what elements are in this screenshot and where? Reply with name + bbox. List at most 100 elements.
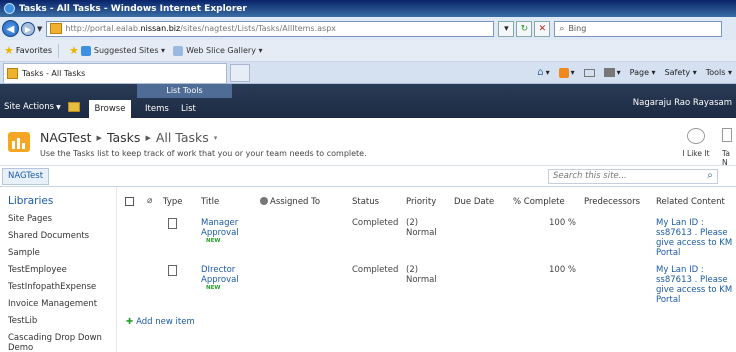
search-icon: ⌕ bbox=[559, 23, 565, 34]
breadcrumb-separator-icon: ▶ bbox=[96, 133, 102, 142]
ie-logo-icon bbox=[4, 3, 15, 14]
col-predecessors[interactable]: Predecessors bbox=[584, 197, 640, 207]
task-priority: (2) Normal bbox=[406, 218, 437, 238]
col-assigned-to[interactable]: Assigned To bbox=[260, 197, 320, 207]
thumbs-up-icon bbox=[687, 128, 705, 144]
tab-tasks[interactable]: Tasks - All Tasks bbox=[3, 62, 227, 83]
address-dropdown-icon[interactable]: ▾ bbox=[498, 20, 515, 37]
task-percent-complete: 100 % bbox=[549, 265, 577, 275]
new-tab-button[interactable] bbox=[230, 63, 250, 82]
site-actions-menu[interactable]: Site Actions ▼ bbox=[4, 102, 61, 112]
task-title-link[interactable]: DIrector Approval bbox=[201, 265, 239, 285]
col-percent-complete[interactable]: % Complete bbox=[513, 197, 565, 207]
tab-list[interactable]: List bbox=[181, 104, 196, 114]
related-content-link[interactable]: My Lan ID : ss87613 . Please give access… bbox=[656, 265, 732, 305]
ql-item-shared-documents[interactable]: Shared Documents bbox=[8, 231, 116, 241]
related-line: ss87613 . Please bbox=[656, 275, 728, 285]
toplink-nagtest[interactable]: NAGTest bbox=[2, 168, 50, 185]
select-all-checkbox[interactable] bbox=[125, 197, 134, 206]
i-like-it-label: I Like It bbox=[682, 149, 710, 158]
command-bar: ⌂ ▾ ▾ ▾ Page ▾ Safety ▾ Tools ▾ bbox=[537, 67, 736, 78]
mail-button[interactable] bbox=[583, 68, 595, 77]
quick-launch: Libraries Site Pages Shared Documents Sa… bbox=[0, 187, 117, 352]
i-like-it-button[interactable]: I Like It bbox=[680, 128, 712, 158]
top-link-bar: NAGTest Search this site... ⌕ bbox=[0, 166, 736, 187]
favorites-bar: ★ Favorites ★ Suggested Sites ▾ Web Slic… bbox=[0, 40, 736, 62]
favorites-button[interactable]: Favorites bbox=[16, 46, 52, 55]
back-button[interactable]: ◀ bbox=[2, 20, 19, 37]
task-title-line2: Approval bbox=[201, 275, 239, 285]
tab-browse[interactable]: Browse bbox=[89, 100, 131, 118]
person-icon bbox=[260, 197, 268, 205]
col-due-date[interactable]: Due Date bbox=[454, 197, 494, 207]
ql-item-site-pages[interactable]: Site Pages bbox=[8, 214, 116, 224]
col-title[interactable]: Title bbox=[201, 197, 219, 207]
page-menu[interactable]: Page ▾ bbox=[630, 68, 656, 77]
sharepoint-tab-icon bbox=[7, 67, 18, 79]
forward-button[interactable]: ▶ bbox=[21, 21, 35, 36]
breadcrumb-site[interactable]: NAGTest bbox=[40, 130, 92, 145]
suggested-sites-link[interactable]: Suggested Sites ▾ bbox=[80, 45, 165, 56]
ql-heading-libraries[interactable]: Libraries bbox=[8, 195, 53, 207]
title-area: NAGTest ▶ Tasks ▶ All Tasks ▾ Use the Ta… bbox=[0, 118, 736, 167]
add-new-item-label: Add new item bbox=[136, 317, 195, 327]
search-go-icon[interactable]: ⌕ bbox=[702, 169, 718, 184]
tab-label: Tasks - All Tasks bbox=[22, 68, 86, 78]
breadcrumb-list[interactable]: Tasks bbox=[107, 130, 141, 145]
home-button[interactable]: ⌂ ▾ bbox=[537, 67, 549, 78]
list-tools-group: List Tools bbox=[137, 84, 232, 98]
ql-item-testinfopathexpense[interactable]: TestInfopathExpense bbox=[8, 282, 116, 292]
col-related-content[interactable]: Related Content bbox=[656, 197, 725, 207]
breadcrumb-view[interactable]: All Tasks bbox=[156, 130, 209, 145]
address-bar[interactable]: http://portal. ealab. nissan.biz/sites/nag… bbox=[46, 20, 495, 37]
ql-item-sample[interactable]: Sample bbox=[8, 248, 116, 258]
related-line: My Lan ID : bbox=[656, 265, 704, 275]
col-status[interactable]: Status bbox=[352, 197, 379, 207]
ql-item-cascading-drop-down[interactable]: Cascading Drop Down bbox=[8, 333, 116, 343]
tab-items[interactable]: Items bbox=[145, 104, 169, 114]
navigate-up-icon[interactable] bbox=[68, 102, 80, 112]
list-description: Use the Tasks list to keep track of work… bbox=[40, 149, 367, 158]
feeds-button[interactable]: ▾ bbox=[558, 67, 575, 78]
priority-code: (2) bbox=[406, 265, 419, 275]
document-icon bbox=[168, 218, 177, 229]
history-dropdown-icon[interactable]: ▼ bbox=[37, 25, 42, 33]
web-slice-gallery-label: Web Slice Gallery ▾ bbox=[186, 46, 263, 55]
print-button[interactable]: ▾ bbox=[603, 68, 621, 77]
ql-item-testemployee[interactable]: TestEmployee bbox=[8, 265, 116, 275]
favorites-star-icon: ★ bbox=[4, 44, 14, 57]
add-new-item-link[interactable]: ✚ Add new item bbox=[126, 317, 195, 327]
ql-item-invoice-management[interactable]: Invoice Management bbox=[8, 299, 116, 309]
refresh-icon[interactable]: ↻ bbox=[516, 20, 533, 37]
safety-menu[interactable]: Safety ▾ bbox=[665, 68, 697, 77]
url-path: /sites/nagtest/Lists/Tasks/AllItems.aspx bbox=[180, 24, 337, 33]
site-actions-label: Site Actions bbox=[4, 102, 55, 112]
priority-label: Normal bbox=[406, 228, 437, 238]
web-slice-gallery-link[interactable]: Web Slice Gallery ▾ bbox=[173, 45, 263, 56]
mail-icon bbox=[583, 68, 595, 77]
add-favorite-icon[interactable]: ★ bbox=[69, 44, 79, 57]
related-line: My Lan ID : bbox=[656, 218, 704, 228]
stop-icon[interactable]: ✕ bbox=[534, 20, 551, 37]
breadcrumb-separator-icon: ▶ bbox=[145, 133, 151, 142]
site-search-input[interactable]: Search this site... bbox=[548, 169, 718, 184]
col-type[interactable]: Type bbox=[163, 197, 183, 207]
view-dropdown-icon[interactable]: ▾ bbox=[214, 134, 218, 142]
priority-code: (2) bbox=[406, 218, 419, 228]
favorites-separator bbox=[58, 43, 60, 58]
new-badge: NEW bbox=[206, 238, 221, 244]
document-icon bbox=[168, 265, 177, 276]
col-priority[interactable]: Priority bbox=[406, 197, 436, 207]
web-slice-icon bbox=[173, 45, 184, 56]
related-content-link[interactable]: My Lan ID : ss87613 . Please give access… bbox=[656, 218, 732, 258]
user-menu[interactable]: Nagaraju Rao Rayasam bbox=[633, 98, 732, 108]
tags-notes-button[interactable]: Ta N bbox=[722, 128, 732, 167]
ql-item-testlib[interactable]: TestLib bbox=[8, 316, 116, 326]
ql-item-demo[interactable]: Demo bbox=[8, 343, 116, 352]
bing-search-input[interactable]: ⌕ Bing bbox=[554, 20, 723, 37]
related-line: Portal bbox=[656, 248, 681, 258]
address-row: ◀ ▶ ▼ http://portal. ealab. nissan.biz/sit… bbox=[0, 17, 736, 40]
task-title-link[interactable]: Manager Approval bbox=[201, 218, 239, 238]
related-line: give access to KM bbox=[656, 285, 733, 295]
tools-menu[interactable]: Tools ▾ bbox=[706, 68, 732, 77]
